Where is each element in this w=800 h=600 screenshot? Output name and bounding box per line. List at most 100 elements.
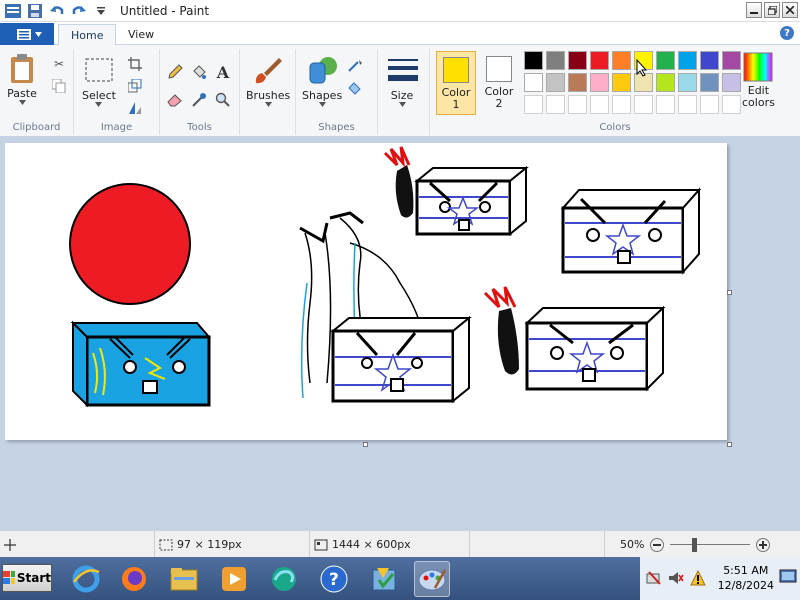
canvas-resize-handle-right[interactable] [727,290,732,295]
chevron-down-icon [318,102,326,107]
fill-bucket-icon[interactable] [190,63,208,81]
magnifier-icon[interactable] [214,91,232,109]
rotate-icon[interactable] [126,99,144,117]
right-bomb-drawing [483,286,519,375]
select-button[interactable]: Select [82,55,116,107]
image-group-label: Image [100,122,133,133]
undo-icon[interactable] [48,2,66,20]
select-label: Select [82,89,116,102]
clock[interactable]: 5:51 AM 12/8/2024 [718,563,774,593]
media-player-icon[interactable] [216,561,252,597]
canvas-resize-handle-bottom[interactable] [363,442,368,447]
show-desktop-icon[interactable] [779,567,797,588]
chevron-down-icon [264,102,272,107]
windows-logo-icon [3,571,15,584]
zoom-in-button[interactable] [756,537,771,552]
blue-box-drawing [70,320,212,408]
line-size-icon [388,59,418,81]
brushes-button[interactable]: Brushes [246,55,290,107]
tab-home[interactable]: Home [58,24,117,45]
center-box-drawing [330,315,472,404]
right-top-box-drawing [560,187,702,275]
paint-taskbar-icon[interactable] [414,561,450,597]
colors-group: Colors [430,49,800,135]
minus-icon [653,543,662,546]
brushes-group: Brushes [240,49,296,135]
security-center-icon[interactable] [366,561,402,597]
zoom-out-button[interactable] [650,537,665,552]
shapes-group: Shapes Shapes [296,49,378,135]
restore-button[interactable] [764,2,780,18]
top-bomb-drawing [383,146,414,218]
zoom-slider[interactable] [670,537,751,552]
plus-icon [759,540,768,549]
brush-icon [256,58,283,84]
start-button[interactable]: Start [2,564,52,592]
save-icon[interactable] [26,2,44,20]
tab-view[interactable]: View [116,24,166,45]
close-button[interactable] [782,2,798,18]
redo-icon[interactable] [70,2,88,20]
file-menu-button[interactable] [0,23,54,45]
quick-access-toolbar [0,0,110,22]
image-size-icon [314,539,328,550]
right-bottom-box-drawing [524,305,666,392]
text-tool-icon[interactable]: A [214,63,232,82]
shapes-button[interactable]: Shapes [302,55,342,107]
copy-icon[interactable] [50,77,68,95]
paste-label: Paste [7,87,37,100]
ribbon-tabs: Home View ? [0,22,800,45]
svg-text:?: ? [329,570,339,590]
volume-muted-icon[interactable] [668,570,684,589]
pencil-icon[interactable] [166,63,184,81]
zoom-level: 50% [620,538,645,551]
red-circle-drawing [69,183,191,305]
firefox-icon[interactable] [116,561,152,597]
paint-app-icon[interactable] [4,2,22,20]
select-icon [85,58,113,82]
file-explorer-icon[interactable] [166,561,202,597]
crosshair-icon [4,538,16,551]
chevron-down-icon [398,102,406,107]
selection-size-icon [159,539,173,550]
tools-group-label: Tools [187,122,212,133]
zoom-controls: 50% [620,531,771,558]
chevron-down-icon [18,100,26,105]
paste-icon [11,54,33,83]
image-size: 1444 × 600px [332,538,411,551]
chevron-down-icon [34,31,42,37]
drawing-canvas[interactable] [5,143,727,440]
size-label: Size [390,89,414,102]
canvas-area[interactable] [0,137,800,530]
file-size-cell [470,531,605,558]
selection-size: 97 × 119px [177,538,242,551]
clipboard-group: Paste ✂ Clipboard [0,49,74,135]
outline-icon[interactable] [346,57,364,75]
crop-icon[interactable] [126,55,144,73]
fill-icon[interactable] [346,79,364,97]
help-support-icon[interactable]: ? [316,561,352,597]
help-icon[interactable]: ? [780,26,794,40]
shapes-icon [309,57,338,84]
canvas-resize-handle-corner[interactable] [727,442,732,447]
internet-explorer-icon[interactable] [68,561,104,597]
chevron-down-icon [95,102,103,107]
selection-size-cell: 97 × 119px [155,531,310,558]
warning-icon[interactable] [690,569,706,589]
customize-quick-access-icon[interactable] [92,2,110,20]
resize-icon[interactable] [126,77,144,95]
minimize-button[interactable] [746,2,762,18]
zoom-slider-thumb[interactable] [692,537,698,552]
edge-icon[interactable] [266,561,302,597]
shapes-group-label: Shapes [318,122,355,133]
paste-button[interactable]: Paste [6,53,38,105]
size-button[interactable]: Size [386,55,418,107]
shapes-label: Shapes [302,89,343,102]
brushes-label: Brushes [246,89,291,102]
color-picker-icon[interactable] [190,91,208,109]
status-bar: 97 × 119px 1444 × 600px 50% [0,530,800,558]
system-tray: 5:51 AM 12/8/2024 [640,557,800,600]
network-icon[interactable] [646,570,662,589]
cut-icon[interactable]: ✂ [50,55,68,73]
eraser-icon[interactable] [166,91,184,109]
